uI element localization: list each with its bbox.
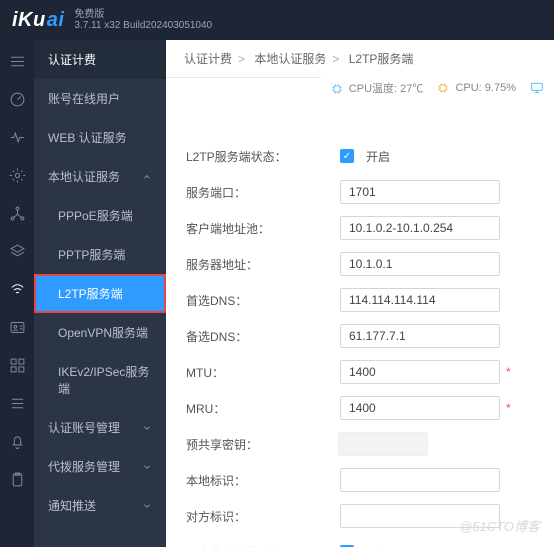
chip-icon [437,82,449,94]
label-state: L2TP服务端状态： [186,148,340,165]
build-text: 3.7.11 x32 Build202403051040 [74,20,212,31]
queue-icon[interactable] [8,394,26,412]
plain-text: 开启 [366,544,390,547]
state-checkbox[interactable]: ✓ [340,149,354,163]
chevron-down-icon [142,462,152,472]
crumb-2: L2TP服务端 [349,52,414,66]
gear-icon[interactable] [8,166,26,184]
chevron-up-icon [142,172,152,182]
system-status: CPU温度: 27℃ CPU: 9.75% [321,74,554,102]
pool-input[interactable] [340,216,500,240]
srvip-input[interactable] [340,252,500,276]
required-star: * [506,365,511,379]
grid-icon[interactable] [8,356,26,374]
chevron-down-icon [142,501,152,511]
sidebar-item-notify[interactable]: 通知推送 [34,486,166,525]
gauge-icon[interactable] [8,90,26,108]
clipboard-icon[interactable] [8,470,26,488]
psk-input[interactable] [338,432,428,456]
dns1-input[interactable] [340,288,500,312]
watermark: @51CTO博客 [459,516,540,535]
label-psk: 预共享密钥： [186,436,338,453]
label-port: 服务端口： [186,184,340,201]
bell-icon[interactable] [8,432,26,450]
row-local: 本地标识： [186,462,548,498]
edition-text: 免费版 [74,9,212,20]
label-mtu: MTU： [186,364,340,381]
cpu-temp: CPU温度: 27℃ [331,80,424,96]
row-mtu: MTU： * [186,354,548,390]
sidebar-item-ikev2[interactable]: IKEv2/IPSec服务端 [34,352,166,408]
pulse-icon[interactable] [8,128,26,146]
chip-icon [331,83,343,95]
sidebar-header-label: 认证计费 [48,51,96,68]
crumb-1[interactable]: 本地认证服务 [254,52,326,66]
label-dns2: 备选DNS： [186,328,340,345]
sidebar-header[interactable]: 认证计费 [34,40,166,79]
wifi-icon[interactable] [8,280,26,298]
menu-icon[interactable] [8,52,26,70]
sidebar-item-online-users[interactable]: 账号在线用户 [34,79,166,118]
row-pool: 客户端地址池： [186,210,548,246]
idcard-icon[interactable] [8,318,26,336]
build-meta: 免费版 3.7.11 x32 Build202403051040 [74,9,212,31]
sidebar-item-local-auth[interactable]: 本地认证服务 [34,157,166,196]
required-star: * [506,401,511,415]
label-dns1: 首选DNS： [186,292,340,309]
monitor-icon[interactable] [530,81,544,95]
row-dns1: 首选DNS： [186,282,548,318]
sidebar-item-dialer-mgmt[interactable]: 代拨服务管理 [34,447,166,486]
sidebar-item-pptp[interactable]: PPTP服务端 [34,235,166,274]
brand-logo: iKuai [12,9,64,32]
dns2-input[interactable] [340,324,500,348]
sidebar: 认证计费 账号在线用户 WEB 认证服务 本地认证服务 PPPoE服务端 PPT… [34,40,166,547]
row-port: 服务端口： [186,174,548,210]
row-psk: 预共享密钥： [186,426,548,462]
l2tp-form: L2TP服务端状态： ✓ 开启 服务端口： 客户端地址池： 服务器地址： 首选DN… [166,138,554,547]
topology-icon[interactable] [8,204,26,222]
breadcrumb: 认证计费> 本地认证服务> L2TP服务端 [166,40,554,78]
row-state: L2TP服务端状态： ✓ 开启 [186,138,548,174]
sidebar-item-l2tp[interactable]: L2TP服务端 [34,274,166,313]
label-srvip: 服务器地址： [186,256,340,273]
label-pool: 客户端地址池： [186,220,340,237]
chevron-down-icon [142,423,152,433]
local-input[interactable] [340,468,500,492]
layers-icon[interactable] [8,242,26,260]
sidebar-item-account-mgmt[interactable]: 认证账号管理 [34,408,166,447]
icon-rail [0,40,34,547]
sidebar-item-web-auth[interactable]: WEB 认证服务 [34,118,166,157]
cpu-usage: CPU: 9.75% [437,82,516,94]
crumb-0[interactable]: 认证计费 [184,52,232,66]
content-pane: 认证计费> 本地认证服务> L2TP服务端 CPU温度: 27℃ CPU: 9.… [166,40,554,547]
sidebar-item-openvpn[interactable]: OpenVPN服务端 [34,313,166,352]
label-peer: 对方标识： [186,508,340,525]
label-plain: 禁止非加密的连接： [186,544,340,547]
port-input[interactable] [340,180,500,204]
label-mru: MRU： [186,400,340,417]
sidebar-item-pppoe[interactable]: PPPoE服务端 [34,196,166,235]
row-dns2: 备选DNS： [186,318,548,354]
mtu-input[interactable] [340,360,500,384]
row-mru: MRU： * [186,390,548,426]
state-text: 开启 [366,148,390,165]
row-srvip: 服务器地址： [186,246,548,282]
row-plain: 禁止非加密的连接： ✓开启 [186,534,548,547]
top-bar: iKuai 免费版 3.7.11 x32 Build202403051040 [0,0,554,40]
label-local: 本地标识： [186,472,340,489]
mru-input[interactable] [340,396,500,420]
